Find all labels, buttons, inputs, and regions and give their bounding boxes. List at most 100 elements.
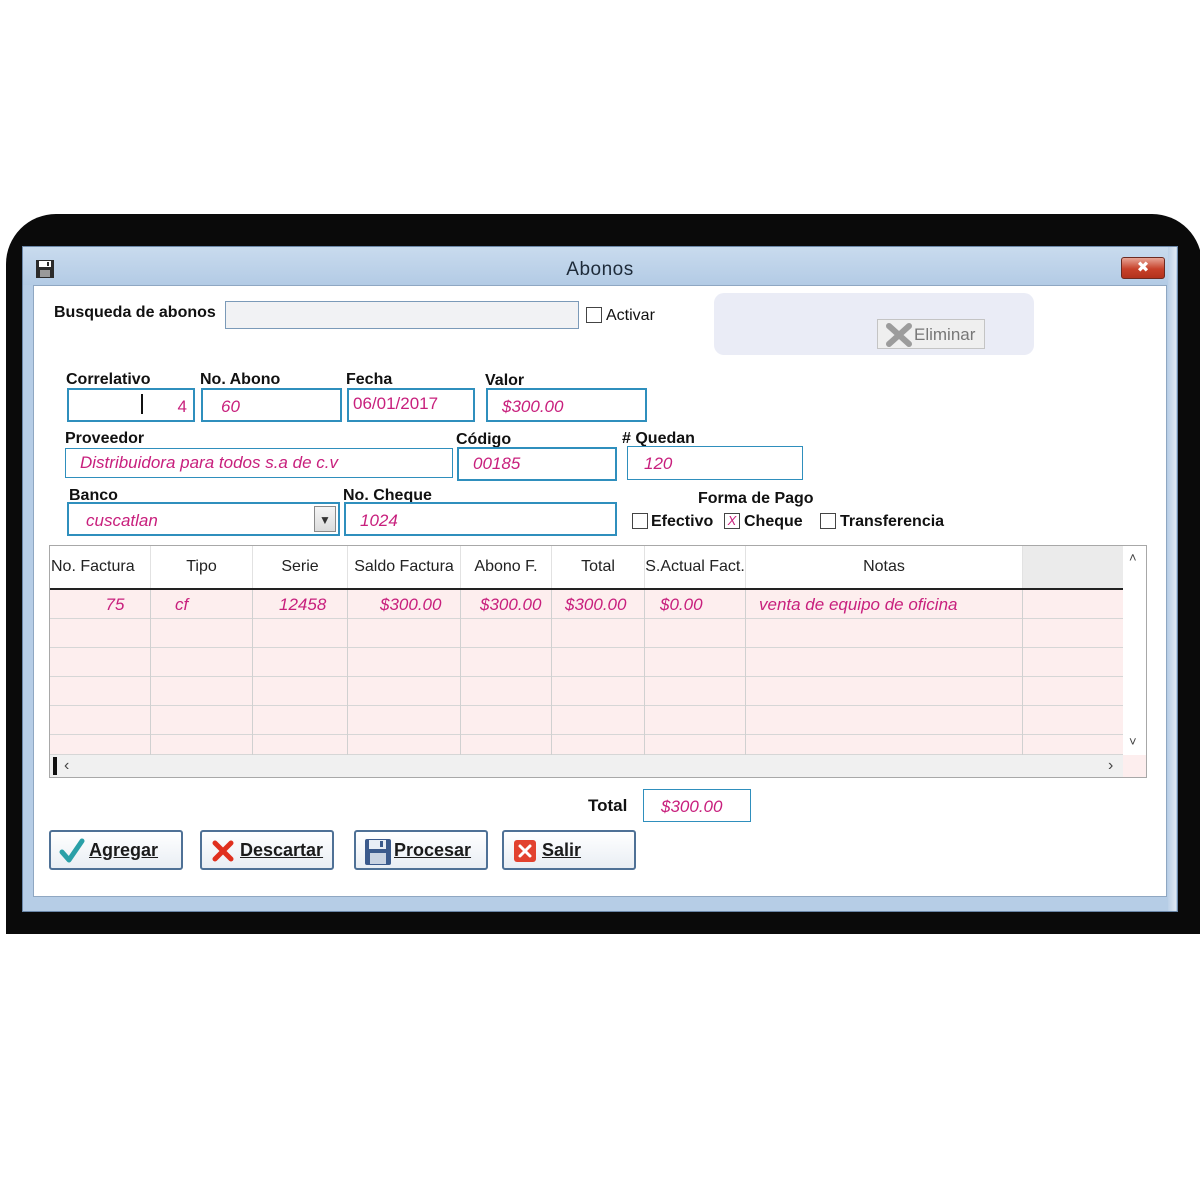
grid-body: 75 cf 12458 $300.00 $300.00 $300.00 $0.0…	[50, 590, 1123, 755]
x-icon	[886, 323, 912, 347]
valor-field[interactable]: $300.00	[486, 388, 647, 422]
cell-no-factura: 75	[50, 590, 151, 619]
proveedor-field[interactable]: Distribuidora para todos s.a de c.v	[65, 448, 453, 478]
cell-empty	[746, 648, 1023, 677]
table-row[interactable]	[50, 677, 1123, 706]
cell-empty	[253, 619, 348, 648]
cell-empty	[50, 706, 151, 735]
cell-empty	[348, 735, 461, 755]
col-header-abono[interactable]: Abono F.	[461, 546, 552, 588]
col-header-serie[interactable]: Serie	[253, 546, 348, 588]
col-header-notas[interactable]: Notas	[746, 546, 1023, 588]
agregar-label: Agregar	[89, 840, 159, 860]
close-button[interactable]: ✖	[1121, 257, 1165, 279]
eliminar-label: Eliminar	[914, 325, 976, 344]
col-header-no-factura[interactable]: No. Factura	[50, 546, 151, 588]
cell-notas: venta de equipo de oficina	[746, 590, 1023, 619]
cell-total: $300.00	[552, 590, 645, 619]
header-filler	[1023, 546, 1123, 588]
cell-empty	[151, 735, 253, 755]
grid-header: No. Factura Tipo Serie Saldo Factura Abo…	[50, 546, 1123, 590]
correlativo-value: 4	[177, 397, 187, 416]
scroll-up-icon[interactable]: ˄	[1129, 550, 1137, 565]
table-row[interactable]	[50, 735, 1123, 755]
procesar-label: Procesar	[394, 840, 472, 860]
cell-empty	[552, 648, 645, 677]
cell-abono: $300.00	[461, 590, 552, 619]
procesar-button[interactable]: Procesar	[354, 830, 488, 870]
cell-empty	[552, 619, 645, 648]
cell-tipo: cf	[151, 590, 253, 619]
table-row[interactable]: 75 cf 12458 $300.00 $300.00 $300.00 $0.0…	[50, 590, 1123, 619]
col-header-saldo-actual[interactable]: S.Actual Fact.	[645, 546, 746, 588]
cheque-checkbox[interactable]: X	[724, 513, 740, 529]
cell-empty	[645, 735, 746, 755]
no-abono-field[interactable]: 60	[201, 388, 342, 422]
forma-pago-label: Forma de Pago	[698, 490, 814, 507]
cell-empty	[151, 706, 253, 735]
total-field[interactable]: $300.00	[643, 789, 751, 822]
activar-label: Activar	[606, 307, 655, 324]
cell-empty	[151, 619, 253, 648]
cell-empty	[461, 677, 552, 706]
scroll-thumb[interactable]	[53, 757, 57, 775]
text-cursor	[141, 394, 143, 414]
cell-empty	[746, 619, 1023, 648]
total-label: Total	[588, 796, 628, 815]
cell-serie: 12458	[253, 590, 348, 619]
cell-empty	[746, 735, 1023, 755]
close-icon: ✖	[1136, 259, 1150, 276]
descartar-button[interactable]: Descartar	[200, 830, 334, 870]
quedan-field[interactable]: 120	[627, 446, 803, 480]
scroll-down-icon[interactable]: ˅	[1129, 734, 1137, 749]
title-bar[interactable]: Abonos ✖	[23, 247, 1177, 285]
cell-empty	[348, 706, 461, 735]
codigo-field[interactable]: 00185	[457, 447, 617, 481]
cell-empty	[645, 619, 746, 648]
cell-empty	[50, 648, 151, 677]
vertical-scrollbar[interactable]: ˄ ˅	[1123, 546, 1146, 755]
cell-empty	[151, 648, 253, 677]
correlativo-field[interactable]: 4	[67, 388, 195, 422]
cell-empty	[461, 648, 552, 677]
fecha-label: Fecha	[346, 371, 393, 388]
eliminar-button[interactable]: Eliminar	[877, 319, 985, 349]
col-header-tipo[interactable]: Tipo	[151, 546, 253, 588]
checkmark-icon	[59, 838, 85, 863]
col-header-total[interactable]: Total	[552, 546, 645, 588]
cell-empty	[50, 619, 151, 648]
cell-empty	[50, 735, 151, 755]
cell-empty	[645, 706, 746, 735]
cell-empty	[552, 706, 645, 735]
scroll-left-icon[interactable]: ‹	[64, 757, 69, 775]
cell-empty	[461, 619, 552, 648]
transferencia-label: Transferencia	[840, 513, 945, 530]
scroll-right-icon[interactable]: ›	[1108, 757, 1113, 775]
chevron-down-icon[interactable]: ▼	[314, 506, 336, 532]
cell-empty	[645, 648, 746, 677]
horizontal-scrollbar[interactable]: ‹ ›	[50, 755, 1123, 777]
efectivo-checkbox[interactable]	[632, 513, 648, 529]
cell-saldo-actual: $0.00	[645, 590, 746, 619]
banco-select[interactable]: cuscatlan ▼	[67, 502, 340, 536]
fecha-field[interactable]: 06/01/2017	[347, 388, 475, 422]
efectivo-label: Efectivo	[651, 513, 714, 530]
transferencia-checkbox[interactable]	[820, 513, 836, 529]
cell-saldo-factura: $300.00	[348, 590, 461, 619]
descartar-label: Descartar	[240, 840, 324, 860]
search-label: Busqueda de abonos	[54, 304, 216, 321]
table-row[interactable]	[50, 706, 1123, 735]
cell-empty	[348, 648, 461, 677]
table-row[interactable]	[50, 648, 1123, 677]
activar-checkbox[interactable]	[586, 307, 602, 323]
agregar-button[interactable]: Agregar	[49, 830, 183, 870]
banco-value: cuscatlan	[86, 511, 158, 530]
salir-button[interactable]: Salir	[502, 830, 636, 870]
no-cheque-field[interactable]: 1024	[344, 502, 617, 536]
window-edge	[1168, 247, 1176, 911]
table-row[interactable]	[50, 619, 1123, 648]
invoice-grid[interactable]: No. Factura Tipo Serie Saldo Factura Abo…	[49, 545, 1147, 778]
search-input[interactable]	[225, 301, 579, 329]
cell-empty	[348, 619, 461, 648]
col-header-saldo-factura[interactable]: Saldo Factura	[348, 546, 461, 588]
